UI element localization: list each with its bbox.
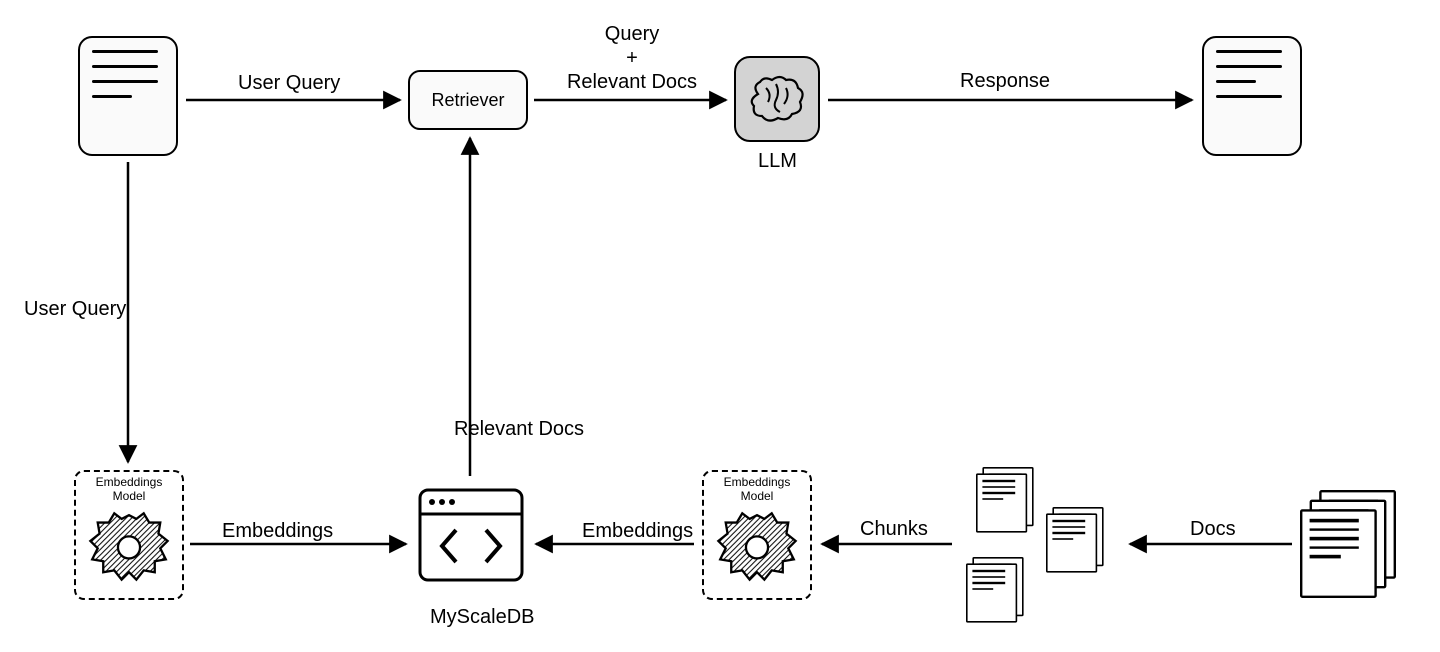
code-window-icon xyxy=(416,480,526,590)
docs-stack-icon xyxy=(1300,490,1360,560)
gear-icon xyxy=(711,506,803,598)
edge-label-db-retriever: Relevant Docs xyxy=(454,418,584,441)
embeddings-model-left-label: EmbeddingsModel xyxy=(96,476,163,504)
edge-label-llm-response: Response xyxy=(960,70,1050,93)
edge-label-chunks: Chunks xyxy=(860,518,928,541)
diagram-canvas: Retriever LLM EmbeddingsModel xyxy=(0,0,1440,652)
embeddings-model-left: EmbeddingsModel xyxy=(74,470,184,600)
edge-label-docs: Docs xyxy=(1190,518,1236,541)
edge-label-userquery-retriever: User Query xyxy=(238,72,340,95)
llm-node xyxy=(734,56,820,142)
brain-icon xyxy=(746,74,808,124)
response-document-icon xyxy=(1202,36,1302,156)
myscaledb-label: MyScaleDB xyxy=(430,606,534,629)
embeddings-model-right: EmbeddingsModel xyxy=(702,470,812,600)
user-query-document-icon xyxy=(78,36,178,156)
edge-label-userdoc-embed: User Query xyxy=(24,298,126,321)
myscaledb-node xyxy=(416,480,526,590)
retriever-node: Retriever xyxy=(408,70,528,130)
retriever-label: Retriever xyxy=(431,90,504,111)
llm-label: LLM xyxy=(758,150,797,173)
edge-label-embedleft-db: Embeddings xyxy=(222,520,333,543)
chunks-group-icon xyxy=(960,460,1120,620)
edge-label-embedright-db: Embeddings xyxy=(582,520,693,543)
edge-label-retriever-llm: Query+Relevant Docs xyxy=(552,22,712,94)
gear-icon xyxy=(83,506,175,598)
embeddings-model-right-label: EmbeddingsModel xyxy=(724,476,791,504)
